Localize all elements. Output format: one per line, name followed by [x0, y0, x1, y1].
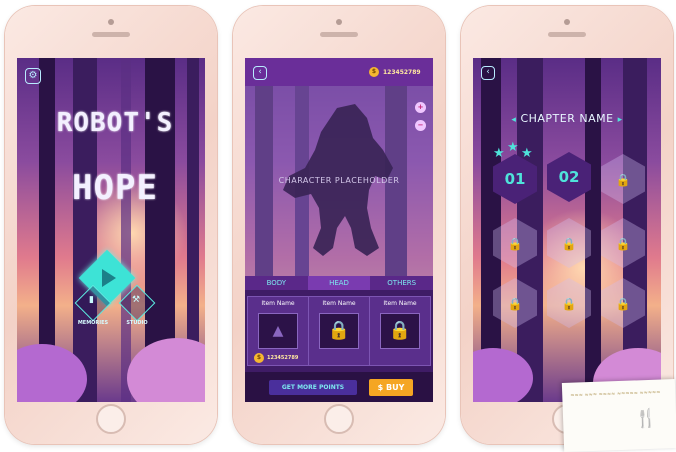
buy-label: BUY: [385, 383, 405, 392]
lock-icon: 🔒: [561, 237, 577, 251]
bottom-bar: GET MORE POINTS $ BUY: [245, 372, 433, 402]
star-icon: ★: [507, 140, 519, 155]
home-button[interactable]: [324, 404, 354, 434]
tab-body[interactable]: BODY: [245, 276, 308, 290]
menu-card-text: ≈≈≈ ≈≈≈ ≈≈≈≈ ≈≈≈≈≈ ≈≈≈≈≈: [570, 389, 661, 399]
studio-icon: ⚒: [132, 295, 141, 305]
front-camera: [108, 19, 114, 25]
item-card[interactable]: Item Name 🔒: [308, 296, 370, 366]
game-title-line1: ROBOT'S: [56, 108, 174, 138]
front-camera: [564, 19, 570, 25]
item-price: 123452789: [267, 355, 299, 361]
lock-icon: 🔒: [615, 237, 631, 251]
phone-frame-home: ⚙ ROBOT'S HOPE ▮ MEMORIES ⚒ STUDIO: [5, 6, 217, 444]
front-camera: [336, 19, 342, 25]
get-more-points-button[interactable]: GET MORE POINTS: [269, 380, 357, 395]
tab-others[interactable]: OTHERS: [370, 276, 433, 290]
image-icon: ▲: [258, 313, 298, 349]
phone-frame-chapter: ‹ ◂ CHAPTER NAME ▸ ★ ★ ★ 01 02 🔒 🔒 🔒 🔒 🔒…: [461, 6, 673, 444]
back-button[interactable]: ‹: [253, 66, 267, 80]
lock-icon: 🔒: [561, 297, 577, 311]
cutlery-icon: 🍴: [634, 407, 658, 430]
lock-icon: 🔒: [380, 313, 420, 349]
memories-icon: ▮: [89, 295, 94, 305]
star-icon: ★: [493, 146, 505, 161]
phone-frame-shop: ‹ $ 123452789 + − CHARACTER PLACEHOLDER …: [233, 6, 445, 444]
chapter-name-label: CHAPTER NAME: [520, 112, 614, 125]
lock-icon: 🔒: [615, 297, 631, 311]
chevron-right-icon[interactable]: ▸: [618, 115, 623, 125]
zoom-out-icon[interactable]: −: [415, 120, 426, 131]
top-bar: ‹ $ 123452789: [245, 58, 433, 86]
back-arrow-icon: ‹: [258, 67, 262, 77]
lock-icon: 🔒: [507, 297, 523, 311]
item-name: Item Name: [322, 300, 356, 307]
lock-icon: 🔒: [319, 313, 359, 349]
gear-icon: ⚙: [28, 70, 38, 81]
menu-card-photo: ≈≈≈ ≈≈≈ ≈≈≈≈ ≈≈≈≈≈ ≈≈≈≈≈ 🍴: [561, 379, 676, 452]
back-arrow-icon: ‹: [486, 67, 490, 77]
category-tabs: BODY HEAD OTHERS: [245, 276, 433, 290]
coin-icon: $: [254, 353, 264, 363]
play-icon[interactable]: [102, 269, 116, 287]
tab-head[interactable]: HEAD: [307, 276, 371, 290]
chapter-screen: ‹ ◂ CHAPTER NAME ▸ ★ ★ ★ 01 02 🔒 🔒 🔒 🔒 🔒…: [473, 58, 661, 402]
speaker-grille: [548, 32, 586, 37]
zoom-in-icon[interactable]: +: [415, 102, 426, 113]
shop-screen: ‹ $ 123452789 + − CHARACTER PLACEHOLDER …: [245, 58, 433, 402]
speaker-grille: [92, 32, 130, 37]
speaker-grille: [320, 32, 358, 37]
lock-icon: 🔒: [615, 173, 631, 187]
item-card[interactable]: Item Name 🔒: [369, 296, 431, 366]
coin-icon: $: [369, 67, 379, 77]
memories-label: MEMORIES: [77, 320, 109, 326]
buy-button[interactable]: $ BUY: [369, 379, 413, 396]
home-button[interactable]: [96, 404, 126, 434]
item-name: Item Name: [261, 300, 295, 307]
chevron-left-icon[interactable]: ◂: [511, 115, 516, 125]
item-name: Item Name: [383, 300, 417, 307]
game-title-line2: HOPE: [72, 168, 158, 208]
coin-balance: 123452789: [383, 69, 421, 76]
settings-button[interactable]: ⚙: [25, 68, 41, 84]
studio-label: STUDIO: [126, 320, 148, 326]
items-panel: Item Name ▲ $ 123452789 Item Name 🔒 Item…: [245, 290, 433, 372]
back-button[interactable]: ‹: [481, 66, 495, 80]
coin-icon: $: [377, 383, 384, 392]
character-placeholder-label: CHARACTER PLACEHOLDER: [278, 176, 400, 185]
item-card[interactable]: Item Name ▲ $ 123452789: [247, 296, 309, 366]
chapter-title: ◂ CHAPTER NAME ▸: [473, 112, 661, 125]
home-screen: ⚙ ROBOT'S HOPE ▮ MEMORIES ⚒ STUDIO: [17, 58, 205, 402]
lock-icon: 🔒: [507, 237, 523, 251]
